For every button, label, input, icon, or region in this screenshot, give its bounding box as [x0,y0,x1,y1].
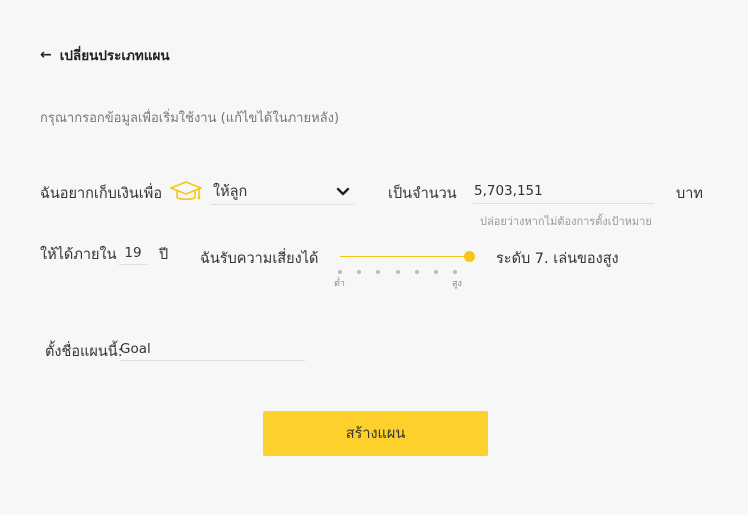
risk-slider-thumb[interactable] [463,251,475,262]
years-unit-label: ปี [159,247,169,263]
chevron-down-icon[interactable] [336,187,350,197]
years-prefix-label: ให้ได้ภายใน [40,247,117,263]
goal-select[interactable]: ให้ลูก [212,178,354,205]
plan-name-label: ตั้งชื่อแผนนี้: [45,344,123,360]
risk-level-label: ระดับ 7. เล่นของสูง [496,251,619,267]
back-link[interactable]: ← เปลี่ยนประเภทแผน [40,45,170,65]
risk-slider-track [340,256,469,257]
years-input[interactable] [119,242,147,265]
amount-prefix-label: เป็นจำนวน [388,186,457,202]
goal-prefix-label: ฉันอยากเก็บเงินเพื่อ [40,186,163,202]
risk-slider[interactable]: ต่ำ สูง [334,244,475,290]
graduation-cap-icon [170,181,202,201]
create-plan-button[interactable]: สร้างแผน [263,411,488,456]
risk-level-dot[interactable] [414,270,419,274]
risk-level-dot[interactable] [338,270,342,274]
risk-level-dot[interactable] [433,270,438,274]
risk-prefix-label: ฉันรับความเสี่ยงได้ [200,251,319,267]
risk-level-dot[interactable] [453,270,457,274]
arrow-left-icon: ← [40,47,52,63]
risk-min-label: ต่ำ [334,279,345,289]
back-link-label: เปลี่ยนประเภทแผน [59,48,170,64]
amount-input[interactable] [473,179,654,204]
risk-level-dot[interactable] [376,270,381,274]
plan-name-input[interactable] [120,338,305,361]
goal-select-value: ให้ลูก [213,183,248,200]
risk-max-label: สูง [452,279,462,289]
risk-level-dot[interactable] [395,270,400,274]
risk-level-dot[interactable] [357,270,362,274]
amount-hint: ปล่อยว่างหากไม่ต้องการตั้งเป้าหมาย [480,215,652,228]
intro-text: กรุณากรอกข้อมูลเพื่อเริ่มใช้งาน (แก้ไขได… [40,111,340,126]
amount-unit-label: บาท [676,186,703,202]
